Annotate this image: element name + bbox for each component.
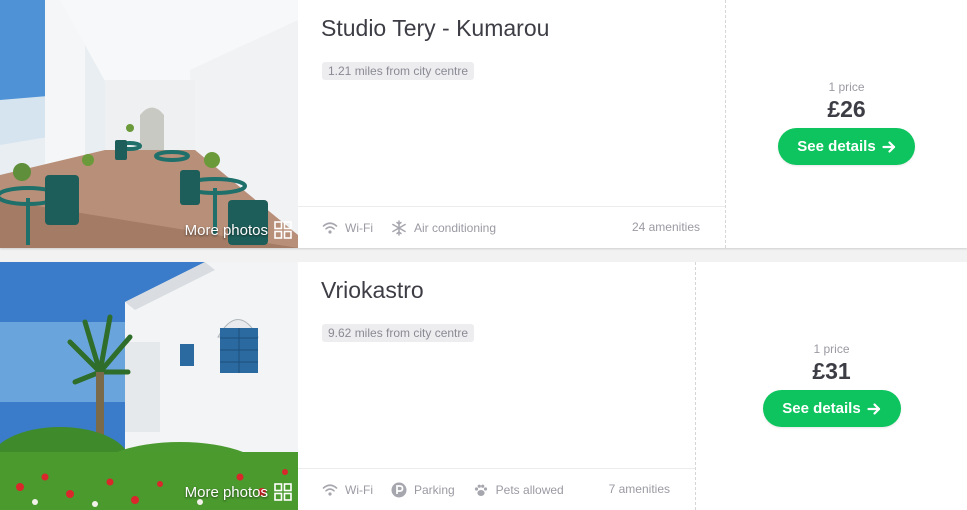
distance-badge: 1.21 miles from city centre bbox=[322, 62, 475, 80]
listing-photo[interactable]: More photos bbox=[0, 262, 298, 510]
wifi-icon bbox=[322, 483, 338, 496]
listing-info: Vriokastro 9.62 miles from city centre W… bbox=[298, 262, 695, 510]
amenity-label: Air conditioning bbox=[413, 220, 497, 235]
amenity-pets-allowed: Pets allowed bbox=[473, 482, 564, 498]
amenities-count-link[interactable]: 7 amenities bbox=[609, 482, 670, 496]
grid-icon bbox=[274, 221, 292, 239]
hotel-name-link[interactable]: Vriokastro bbox=[321, 277, 424, 304]
price-caption: 1 price bbox=[828, 80, 865, 94]
arrow-right-icon bbox=[882, 140, 895, 153]
amenities-count-link[interactable]: 24 amenities bbox=[632, 220, 700, 234]
price-caption: 1 price bbox=[813, 342, 850, 356]
arrow-right-icon bbox=[867, 402, 880, 415]
amenities-bar: Wi-Fi Air conditioning 24 amenities bbox=[298, 206, 725, 248]
listing-info: Studio Tery - Kumarou 1.21 miles from ci… bbox=[298, 0, 725, 248]
amenity-parking: Parking bbox=[391, 482, 455, 498]
hotel-name-link[interactable]: Studio Tery - Kumarou bbox=[321, 15, 549, 42]
price-column: 1 price £26 See details bbox=[726, 0, 967, 248]
snowflake-icon bbox=[392, 219, 406, 236]
amenity-air-conditioning: Air conditioning bbox=[391, 219, 497, 236]
amenity-label: Wi-Fi bbox=[345, 220, 373, 235]
see-details-label: See details bbox=[782, 400, 861, 417]
see-details-button[interactable]: See details bbox=[778, 128, 915, 165]
listing-card: More photos Vriokastro 9.62 miles from c… bbox=[0, 262, 967, 510]
see-details-label: See details bbox=[797, 138, 876, 155]
amenity-label: Parking bbox=[413, 482, 455, 497]
price-value: £26 bbox=[827, 96, 866, 122]
grid-icon bbox=[274, 483, 292, 501]
more-photos-label: More photos bbox=[184, 221, 268, 239]
paw-icon bbox=[474, 484, 487, 496]
photo-villa-image bbox=[0, 262, 298, 510]
more-photos-label: More photos bbox=[184, 483, 268, 501]
price-column: 1 price £31 See details bbox=[696, 262, 967, 510]
amenity-wifi: Wi-Fi bbox=[322, 482, 373, 498]
wifi-icon bbox=[322, 221, 338, 234]
amenity-wifi: Wi-Fi bbox=[322, 220, 373, 236]
amenities-bar: Wi-Fi Parking Pets allowed 7 amenities bbox=[298, 468, 695, 510]
amenity-label: Pets allowed bbox=[495, 482, 564, 497]
more-photos-button[interactable]: More photos bbox=[185, 483, 292, 501]
more-photos-button[interactable]: More photos bbox=[185, 221, 292, 239]
parking-icon bbox=[391, 482, 407, 497]
distance-badge: 9.62 miles from city centre bbox=[322, 324, 475, 342]
listing-card: More photos Studio Tery - Kumarou 1.21 m… bbox=[0, 0, 967, 248]
see-details-button[interactable]: See details bbox=[762, 390, 901, 427]
photo-terrace-image bbox=[0, 0, 298, 248]
amenity-label: Wi-Fi bbox=[345, 482, 373, 497]
listing-photo[interactable]: More photos bbox=[0, 0, 298, 248]
price-value: £31 bbox=[812, 358, 851, 384]
